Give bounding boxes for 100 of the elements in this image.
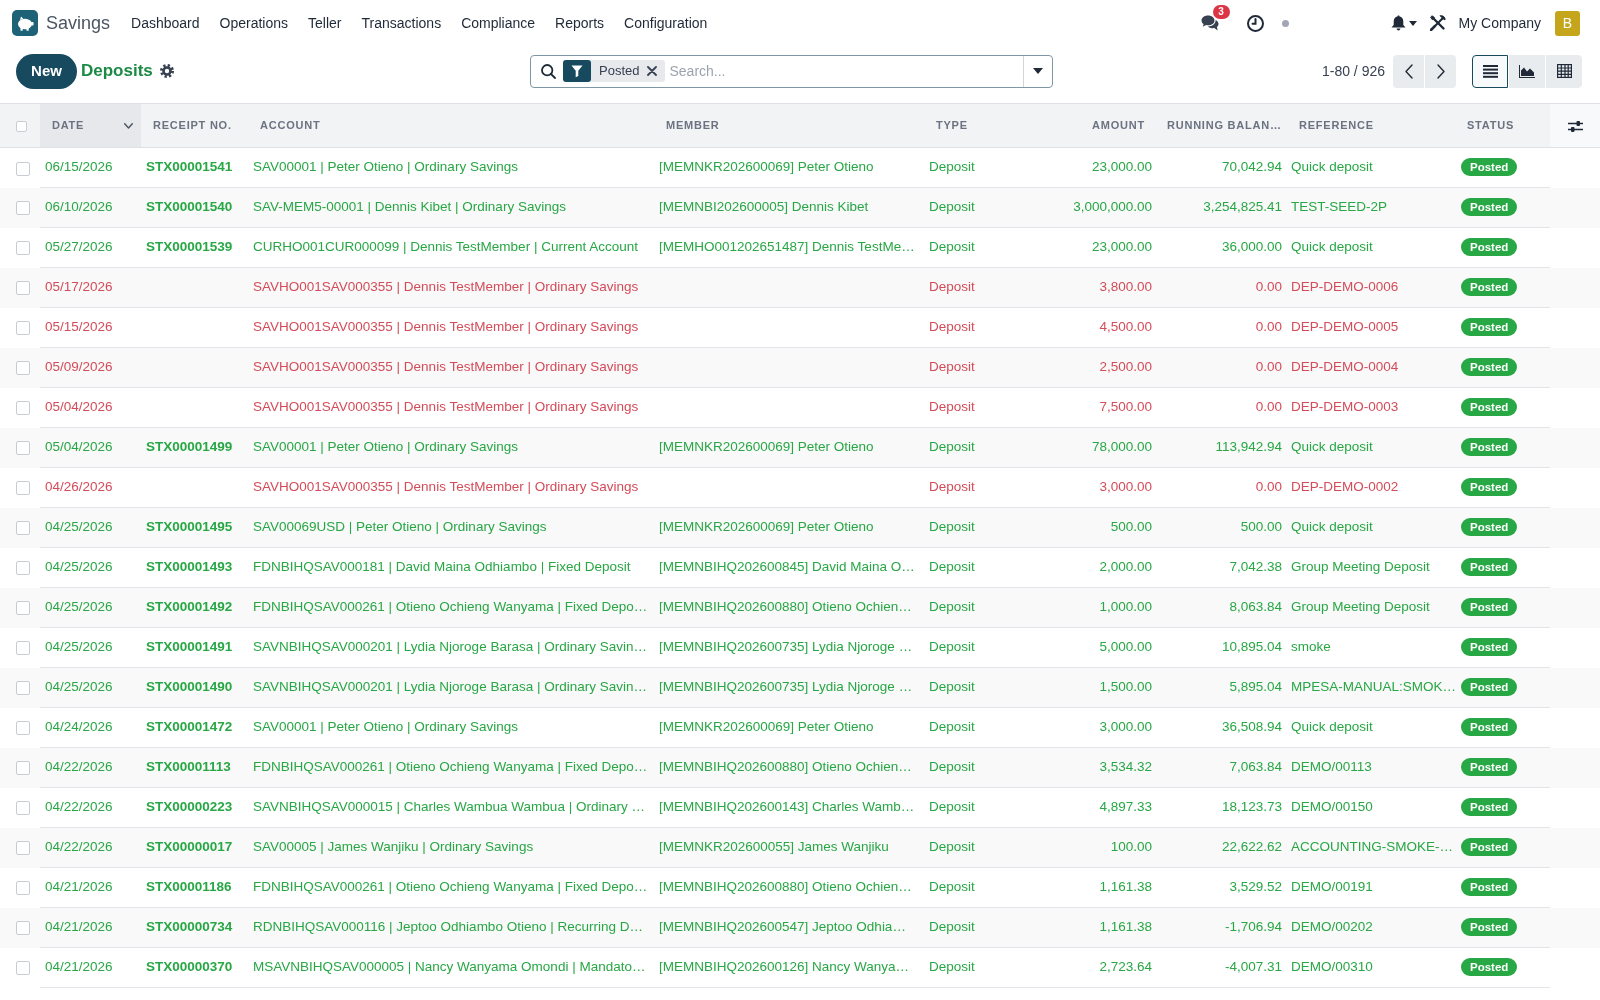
company-switcher[interactable]: My Company: [1458, 12, 1541, 34]
chevron-left-icon[interactable]: [1404, 63, 1413, 79]
status-badge: Posted: [1461, 158, 1518, 177]
row-checkbox[interactable]: [16, 681, 30, 696]
table-cell: DEMO/00202: [1287, 907, 1459, 948]
table-cell: 05/04/2026: [40, 427, 141, 468]
row-checkbox[interactable]: [16, 201, 30, 216]
table-cell: 06/15/2026: [40, 147, 141, 188]
table-cell: 2,000.00: [1050, 547, 1157, 588]
table-cell: [MEMNKR202600069] Peter Otieno: [654, 507, 924, 548]
settings-gear-icon[interactable]: [159, 64, 174, 78]
row-checkbox[interactable]: [16, 881, 30, 896]
new-button[interactable]: New: [16, 53, 77, 89]
tools-icon[interactable]: [1429, 15, 1446, 31]
table-cell: DEP-DEMO-0003: [1287, 387, 1459, 428]
menu-item[interactable]: Teller: [298, 12, 352, 34]
table-cell: STX00001499: [141, 427, 248, 468]
table-cell: Deposit: [924, 907, 1050, 948]
table-cell: 2,500.00: [1050, 347, 1157, 388]
next-page-button[interactable]: [1425, 54, 1456, 88]
table-cell: SAVNBIHQSAV000015 | Charles Wambua Wambua | Ordinary …: [248, 787, 654, 828]
pivot-view-button[interactable]: [1546, 54, 1582, 88]
row-checkbox[interactable]: [16, 801, 30, 816]
menu-item[interactable]: Transactions: [351, 12, 452, 34]
table-cell: 22,622.62: [1157, 827, 1287, 868]
row-checkbox[interactable]: [16, 841, 30, 856]
search-field[interactable]: Posted Search...: [530, 54, 1053, 88]
row-checkbox[interactable]: [16, 921, 30, 936]
table-cell: STX00001495: [141, 507, 248, 548]
table-cell: ACCOUNTING-SMOKE-…: [1287, 827, 1459, 868]
menu-item[interactable]: Dashboard: [121, 12, 210, 34]
column-header[interactable]: ACCOUNT: [248, 103, 654, 148]
column-header[interactable]: REFERENCE: [1287, 103, 1459, 148]
row-checkbox[interactable]: [16, 561, 30, 576]
column-header[interactable]: AMOUNT: [1050, 103, 1157, 148]
chevron-right-icon[interactable]: [1436, 63, 1445, 79]
row-checkbox[interactable]: [16, 281, 30, 296]
table-cell: 113,942.94: [1157, 427, 1287, 468]
caret-icon[interactable]: [1408, 20, 1417, 26]
row-checkbox[interactable]: [16, 161, 30, 176]
column-header[interactable]: MEMBER: [654, 103, 924, 148]
row-checkbox[interactable]: [16, 521, 30, 536]
table-cell: SAV00001 | Peter Otieno | Ordinary Savings: [248, 707, 654, 748]
table-cell: 8,063.84: [1157, 587, 1287, 628]
table-cell: SAVHO001SAV000355 | Dennis TestMember | Ordinary Savings: [248, 307, 654, 348]
menu-item[interactable]: Configuration: [614, 12, 718, 34]
table-cell: 04/24/2026: [40, 707, 141, 748]
caret-icon[interactable]: [1033, 68, 1043, 74]
table-cell: 18,123.73: [1157, 787, 1287, 828]
search-input[interactable]: Search...: [669, 55, 1023, 87]
breadcrumb-title: Deposits: [81, 60, 153, 83]
table-cell: Deposit: [924, 827, 1050, 868]
table-cell: 7,500.00: [1050, 387, 1157, 428]
sort-chevron-icon[interactable]: [124, 122, 133, 129]
column-header[interactable]: RECEIPT NO.: [141, 103, 248, 148]
table-cell: 04/21/2026: [40, 907, 141, 948]
row-checkbox[interactable]: [16, 601, 30, 616]
chat-icon[interactable]: [1200, 15, 1219, 31]
app-name[interactable]: Savings: [46, 9, 111, 37]
row-checkbox[interactable]: [16, 481, 30, 496]
clock-icon[interactable]: [1246, 14, 1264, 32]
pager-value[interactable]: 1-80 / 926: [1321, 60, 1385, 82]
bell-icon[interactable]: [1390, 15, 1406, 31]
table-cell: STX00001472: [141, 707, 248, 748]
row-checkbox[interactable]: [16, 721, 30, 736]
sliders-icon[interactable]: [1567, 119, 1583, 133]
menu-item[interactable]: Operations: [209, 12, 299, 34]
table-cell: 10,895.04: [1157, 627, 1287, 668]
column-header[interactable]: RUNNING BALAN…: [1157, 103, 1287, 148]
row-checkbox[interactable]: [16, 961, 30, 976]
column-header[interactable]: DATE: [40, 103, 141, 148]
search-icon[interactable]: [541, 63, 556, 79]
row-checkbox[interactable]: [16, 321, 30, 336]
table-cell: Deposit: [924, 707, 1050, 748]
table-cell: Deposit: [924, 147, 1050, 188]
table-cell: 0.00: [1157, 347, 1287, 388]
row-checkbox[interactable]: [16, 641, 30, 656]
menu-item[interactable]: Reports: [545, 12, 615, 34]
status-badge: Posted: [1461, 438, 1518, 457]
table-cell: 7,042.38: [1157, 547, 1287, 588]
row-checkbox[interactable]: [16, 761, 30, 776]
table-cell: DEP-DEMO-0004: [1287, 347, 1459, 388]
list-view-button[interactable]: [1472, 54, 1508, 88]
menu-item[interactable]: Compliance: [451, 12, 546, 34]
table-cell: STX00001493: [141, 547, 248, 588]
status-badge: Posted: [1461, 398, 1518, 417]
row-checkbox[interactable]: [16, 241, 30, 256]
table-cell: 36,508.94: [1157, 707, 1287, 748]
table-cell: DEP-DEMO-0002: [1287, 467, 1459, 508]
close-icon[interactable]: [647, 66, 658, 76]
table-cell: [MEMNBIHQ202600735] Lydia Njoroge …: [654, 627, 924, 668]
column-header[interactable]: TYPE: [924, 103, 1050, 148]
graph-view-button[interactable]: [1509, 54, 1545, 88]
previous-page-button[interactable]: [1393, 54, 1424, 88]
row-checkbox[interactable]: [16, 361, 30, 376]
row-checkbox[interactable]: [16, 441, 30, 456]
table-cell: TEST-SEED-2P: [1287, 187, 1459, 228]
select-all-checkbox[interactable]: [16, 120, 27, 132]
app-logo-icon[interactable]: [12, 10, 38, 36]
row-checkbox[interactable]: [16, 401, 30, 416]
